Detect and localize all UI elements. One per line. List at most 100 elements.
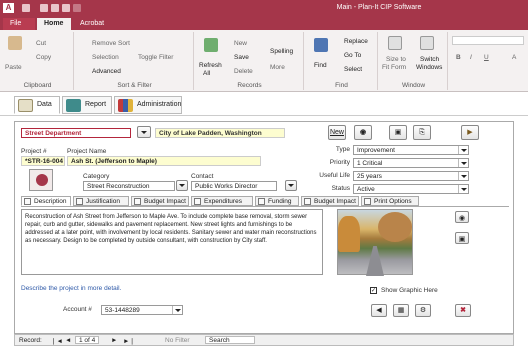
goto-button[interactable]: Go To xyxy=(344,52,361,59)
underline-button[interactable]: U xyxy=(484,54,489,61)
search-field[interactable]: Search xyxy=(205,336,255,344)
switch-label[interactable]: Switch xyxy=(420,56,439,63)
budget-impact-icon xyxy=(304,198,311,205)
tab-file[interactable]: File xyxy=(3,18,35,30)
status-field[interactable]: Active xyxy=(353,184,469,194)
new-button[interactable]: New xyxy=(328,125,346,140)
refresh-button[interactable]: Refresh xyxy=(199,62,222,69)
tab-data[interactable]: Data xyxy=(14,96,60,114)
copy-record-button[interactable]: ▦ xyxy=(393,304,409,317)
project-photo xyxy=(337,209,413,276)
paste-icon[interactable] xyxy=(8,36,22,50)
tab-data-label: Data xyxy=(37,101,52,108)
selection-button[interactable]: Selection xyxy=(92,54,119,61)
prev-record-button[interactable]: ◄ xyxy=(65,337,71,344)
size-to-fit-icon[interactable] xyxy=(388,36,402,50)
description-textarea[interactable]: Reconstruction of Ash Street from Jeffer… xyxy=(21,209,323,275)
subtab-description[interactable]: Description xyxy=(21,196,71,206)
category-dropdown[interactable] xyxy=(176,180,188,191)
subtab-budget-impact[interactable]: Budget Impact xyxy=(131,196,189,206)
subtab-justification-label: Justification xyxy=(86,198,120,205)
find-button-form[interactable]: ◉ xyxy=(354,125,372,140)
find-button[interactable]: Find xyxy=(314,62,327,69)
contact-field[interactable]: Public Works Director xyxy=(191,181,277,191)
subtab-budget-impact-label: Budget Impact xyxy=(144,198,186,205)
font-name-box[interactable] xyxy=(452,36,524,45)
refresh-all-label[interactable]: All xyxy=(203,70,210,77)
advanced-button[interactable]: Advanced xyxy=(92,68,121,75)
switch-windows-icon[interactable] xyxy=(420,36,434,50)
exit-icon: ▶ xyxy=(467,129,473,136)
tab-administration[interactable]: Administration xyxy=(114,96,182,114)
subtab-expenditures[interactable]: Expenditures xyxy=(191,196,253,206)
tab-home[interactable]: Home xyxy=(37,18,71,30)
chevron-down-icon xyxy=(458,172,468,180)
size-to-label[interactable]: Size to xyxy=(386,56,406,63)
subtab-budget-impact-2[interactable]: Budget Impact xyxy=(301,196,359,206)
refresh-icon[interactable] xyxy=(204,38,218,52)
previous-record-button[interactable]: ◀ xyxy=(371,304,387,317)
spelling-button[interactable]: Spelling xyxy=(270,48,293,55)
next-record-button[interactable]: ► xyxy=(111,337,117,344)
fit-form-label[interactable]: Fit Form xyxy=(382,64,406,71)
select-button[interactable]: Select xyxy=(344,66,362,73)
subtab-justification[interactable]: Justification xyxy=(73,196,129,206)
binoculars-icon: ◉ xyxy=(359,129,367,136)
contact-dropdown[interactable] xyxy=(285,180,297,191)
binoculars-icon[interactable] xyxy=(314,38,328,52)
tab-administration-label: Administration xyxy=(137,101,182,108)
previous-icon: ◀ xyxy=(376,307,382,314)
print-button[interactable]: ⎘ xyxy=(413,125,431,140)
show-graphic-checkbox[interactable]: ✓ xyxy=(370,287,377,294)
exit-button[interactable]: ▶ xyxy=(461,125,479,140)
toggle-filter-button[interactable]: Toggle Filter xyxy=(138,54,173,61)
category-field[interactable]: Street Reconstruction xyxy=(83,181,175,191)
preview-button[interactable]: ▣ xyxy=(389,125,407,140)
delete-record-form-button[interactable]: ✖ xyxy=(455,304,471,317)
useful-life-value: 25 years xyxy=(357,173,382,180)
more-button[interactable]: More xyxy=(270,64,285,71)
record-position-field[interactable]: 1 of 4 xyxy=(75,336,100,344)
subtab-funding[interactable]: Funding xyxy=(255,196,299,206)
project-name-field[interactable]: Ash St. (Jefferson to Maple) xyxy=(67,156,261,166)
department-field[interactable]: Street Department xyxy=(21,128,131,138)
account-field[interactable]: 53-1448289 xyxy=(101,305,183,315)
priority-field[interactable]: 1 Critical xyxy=(353,158,469,168)
department-dropdown[interactable] xyxy=(137,126,151,138)
project-form: Street Department City of Lake Padden, W… xyxy=(14,121,514,334)
delete-record-button[interactable]: Delete xyxy=(234,68,253,75)
subtab-print-options[interactable]: Print Options xyxy=(361,196,419,206)
last-record-button[interactable]: ►❘ xyxy=(123,337,135,345)
new-record-button[interactable]: New xyxy=(234,40,247,47)
project-name-label: Project Name xyxy=(67,148,107,155)
remove-photo-button[interactable]: ▣ xyxy=(455,232,469,244)
useful-life-field[interactable]: 25 years xyxy=(353,171,469,181)
cut-button[interactable]: Cut xyxy=(36,40,46,47)
text-format-group: B I U A xyxy=(450,32,528,90)
preview-icon: ▣ xyxy=(394,129,402,136)
tab-report[interactable]: Report xyxy=(62,96,112,114)
bold-button[interactable]: B xyxy=(456,54,461,61)
no-filter-indicator[interactable]: No Filter xyxy=(165,337,190,344)
print-options-icon xyxy=(364,198,371,205)
copy-button[interactable]: Copy xyxy=(36,54,51,61)
tab-acrobat[interactable]: Acrobat xyxy=(73,18,111,30)
chevron-down-icon xyxy=(458,159,468,167)
italic-button[interactable]: I xyxy=(470,54,472,61)
type-field[interactable]: Improvement xyxy=(353,145,469,155)
first-record-button[interactable]: ❘◄ xyxy=(51,337,63,345)
project-num-label: Project # xyxy=(21,148,47,155)
save-record-button[interactable]: Save xyxy=(234,54,249,61)
sort-filter-label: Sort & Filter xyxy=(117,82,152,89)
settings-button[interactable]: ⚙ xyxy=(415,304,431,317)
windows-label[interactable]: Windows xyxy=(416,64,442,71)
add-photo-button[interactable]: ◉ xyxy=(455,211,469,223)
account-value: 53-1448289 xyxy=(105,307,140,314)
font-color-button[interactable]: A xyxy=(512,54,516,61)
replace-button[interactable]: Replace xyxy=(344,38,368,45)
remove-sort-button[interactable]: Remove Sort xyxy=(92,40,130,47)
paste-button[interactable]: Paste xyxy=(5,64,22,71)
records-group: Refresh All New Save Delete Spelling Mor… xyxy=(196,32,304,90)
subtab-print-options-label: Print Options xyxy=(374,198,412,205)
chevron-down-icon xyxy=(179,184,185,187)
